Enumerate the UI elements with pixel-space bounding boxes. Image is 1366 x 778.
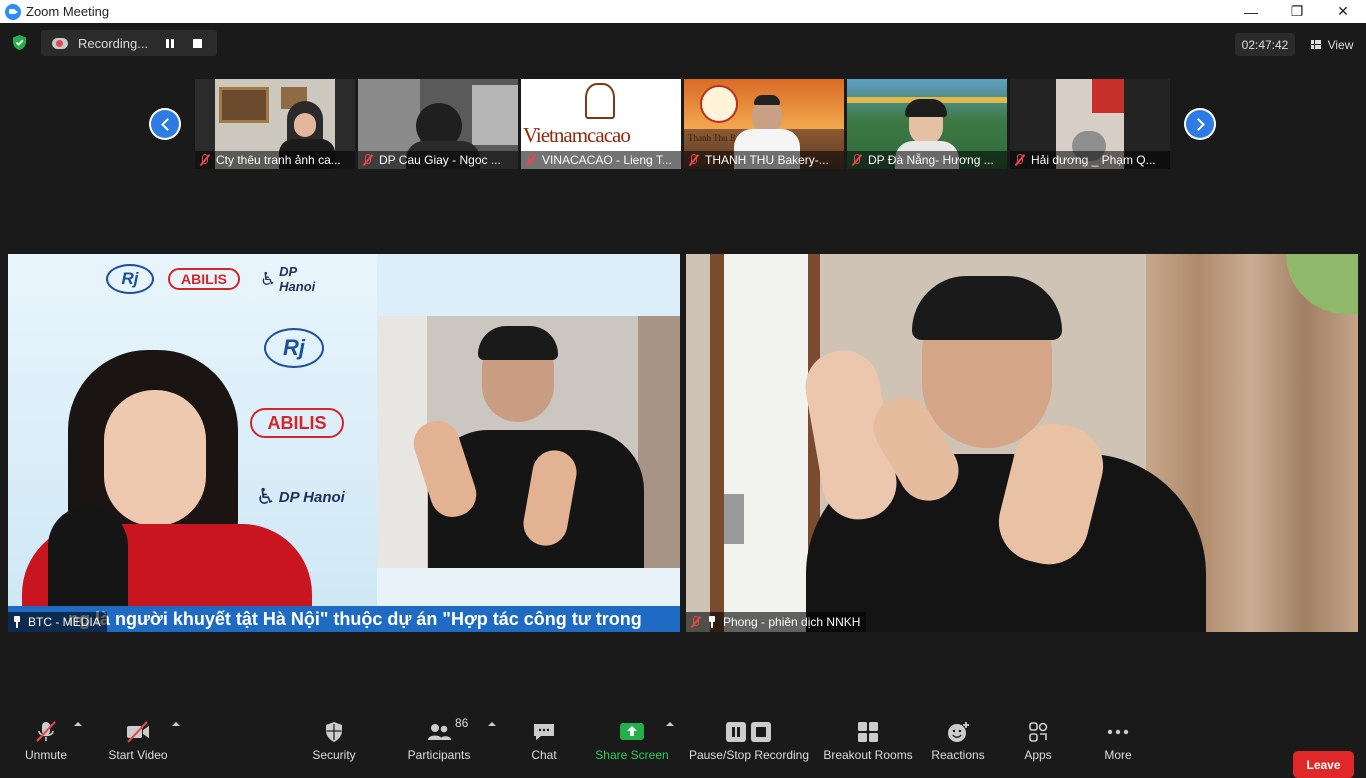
more-button[interactable]: More bbox=[1096, 708, 1140, 768]
reactions-button[interactable]: Reactions bbox=[928, 708, 988, 768]
mic-muted-icon bbox=[36, 721, 56, 742]
encryption-shield-icon[interactable] bbox=[11, 34, 28, 51]
logo-text: ABILIS bbox=[168, 268, 240, 290]
pause-stop-recording-icon bbox=[726, 722, 771, 742]
participant-name-tag: Phong - phiên dịch NNKH bbox=[686, 612, 867, 632]
restore-button[interactable]: ❐ bbox=[1274, 0, 1320, 23]
mic-muted-icon bbox=[199, 154, 210, 166]
meeting-window: Recording... 02:47:42 View Cty thêu tran… bbox=[0, 23, 1366, 778]
participant-name-tag: BTC - MEDIA bbox=[8, 612, 107, 632]
share-screen-icon bbox=[620, 723, 644, 740]
meeting-toolbar: Unmute Start Video Security Participants… bbox=[0, 708, 1366, 778]
more-dots-icon bbox=[1107, 729, 1129, 735]
shield-icon bbox=[326, 722, 342, 742]
cloud-recording-icon bbox=[52, 37, 68, 49]
unmute-button[interactable]: Unmute bbox=[18, 708, 74, 768]
logo-text: Rj bbox=[106, 264, 154, 294]
smiley-add-icon bbox=[948, 722, 969, 742]
pause-recording-icon[interactable] bbox=[166, 38, 174, 48]
previous-page-button[interactable] bbox=[149, 108, 181, 140]
pause-stop-recording-button[interactable]: Pause/Stop Recording bbox=[688, 708, 810, 768]
participant-name: Cty thêu tranh ảnh ca... bbox=[195, 151, 355, 169]
chevron-left-icon bbox=[151, 110, 179, 138]
chevron-right-icon bbox=[1186, 110, 1214, 138]
recording-label: Recording... bbox=[78, 35, 149, 51]
participant-name: VINACACAO - Lieng T... bbox=[521, 151, 681, 169]
participant-name: DP Đà Nẵng- Hương ... bbox=[847, 151, 1007, 169]
minimize-button[interactable]: — bbox=[1228, 0, 1274, 23]
main-video-left[interactable]: Rj ABILIS ♿ DP Hanoi Rj ABILIS ♿ DP Hanoi … bbox=[8, 254, 680, 632]
participants-count: 86 bbox=[455, 716, 469, 730]
participants-options-caret[interactable] bbox=[488, 722, 496, 726]
grid-view-icon bbox=[1310, 40, 1322, 49]
mic-muted-icon bbox=[1014, 154, 1025, 166]
mic-muted-icon bbox=[851, 154, 862, 166]
main-video-right[interactable]: Phong - phiên dịch NNKH bbox=[686, 254, 1358, 632]
participant-thumbnail[interactable]: Vietnamcacao VINACACAO - Lieng T... bbox=[521, 79, 681, 169]
recording-indicator: Recording... bbox=[41, 30, 217, 56]
stop-recording-icon[interactable] bbox=[193, 38, 202, 48]
participant-name: THANH THU Bakery-... bbox=[684, 151, 844, 169]
news-ticker: ng là người khuyết tật Hà Nội" thuộc dự … bbox=[8, 606, 680, 632]
chat-button[interactable]: Chat bbox=[522, 708, 566, 768]
audio-options-caret[interactable] bbox=[74, 722, 82, 726]
participant-thumbnail[interactable]: Cty thêu tranh ảnh ca... bbox=[195, 79, 355, 169]
leave-button[interactable]: Leave bbox=[1293, 751, 1354, 778]
participant-thumbnail[interactable]: Hải dương _ Phạm Q... bbox=[1010, 79, 1170, 169]
participant-name: Hải dương _ Phạm Q... bbox=[1010, 151, 1170, 169]
video-options-caret[interactable] bbox=[172, 722, 180, 726]
logo-text: Vietnamcacao bbox=[523, 123, 631, 147]
share-screen-button[interactable]: Share Screen bbox=[594, 708, 670, 768]
start-video-button[interactable]: Start Video bbox=[102, 708, 174, 768]
window-title: Zoom Meeting bbox=[26, 4, 110, 19]
video-off-icon bbox=[127, 721, 149, 743]
breakout-rooms-button[interactable]: Breakout Rooms bbox=[822, 708, 914, 768]
mic-muted-icon bbox=[688, 154, 699, 166]
participant-name: DP Cau Giay - Ngoc ... bbox=[358, 151, 518, 169]
zoom-app-icon bbox=[5, 3, 21, 20]
view-label: View bbox=[1327, 37, 1354, 52]
pin-icon bbox=[707, 616, 717, 628]
next-page-button[interactable] bbox=[1184, 108, 1216, 140]
logo-text: ♿ DP Hanoi bbox=[256, 484, 345, 509]
apps-button[interactable]: Apps bbox=[1016, 708, 1060, 768]
apps-icon bbox=[1029, 722, 1048, 742]
logo-text: Rj bbox=[264, 328, 324, 368]
view-button[interactable]: View bbox=[1304, 33, 1360, 56]
participant-thumbnail[interactable]: DP Cau Giay - Ngoc ... bbox=[358, 79, 518, 169]
share-options-caret[interactable] bbox=[666, 722, 674, 726]
participants-icon bbox=[428, 724, 451, 740]
close-button[interactable]: ✕ bbox=[1320, 0, 1366, 23]
mic-muted-icon bbox=[362, 154, 373, 166]
logo-text: ABILIS bbox=[250, 408, 344, 438]
participant-thumbnail[interactable]: DP Đà Nẵng- Hương ... bbox=[847, 79, 1007, 169]
participant-thumbnail[interactable]: Thanh Thu Ba THANH THU Bakery-... bbox=[684, 79, 844, 169]
pin-icon bbox=[12, 616, 22, 628]
mic-muted-icon bbox=[690, 616, 701, 628]
mic-muted-icon bbox=[525, 154, 536, 166]
breakout-rooms-icon bbox=[858, 722, 878, 742]
meeting-timer: 02:47:42 bbox=[1235, 33, 1295, 56]
chat-icon bbox=[534, 724, 554, 740]
logo-text: ♿ DP Hanoi bbox=[260, 264, 316, 294]
security-button[interactable]: Security bbox=[306, 708, 362, 768]
window-title-bar: Zoom Meeting — ❐ ✕ bbox=[0, 0, 1366, 23]
